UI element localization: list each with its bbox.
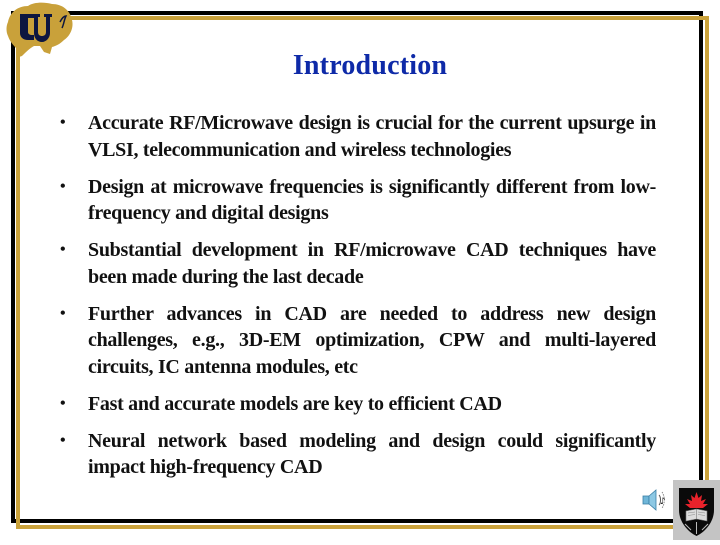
frame-line-top-gold <box>16 16 709 20</box>
university-crest-logo <box>673 480 720 540</box>
bullet-dot: • <box>60 431 66 449</box>
bullet-dot: • <box>60 114 66 131</box>
bullet-item: • Neural network based modeling and desi… <box>60 428 656 481</box>
bullet-dot: • <box>60 177 66 195</box>
bullet-item: • Accurate RF/Microwave design is crucia… <box>60 110 656 163</box>
bullet-list: • Accurate RF/Microwave design is crucia… <box>60 110 656 491</box>
frame-line-bottom-black <box>11 519 703 523</box>
bullet-text: Fast and accurate models are key to effi… <box>88 392 502 415</box>
slide-title: Introduction <box>292 50 448 81</box>
bullet-text: Accurate RF/Microwave design is crucial … <box>88 112 656 161</box>
svg-text:♪: ♪ <box>660 497 666 507</box>
frame-line-left-black <box>11 11 15 523</box>
bullet-item: • Further advances in CAD are needed to … <box>60 301 656 381</box>
bullet-text: Design at microwave frequencies is signi… <box>88 175 656 225</box>
bullet-item: • Design at microwave frequencies is sig… <box>60 174 656 227</box>
bullet-text: Substantial development in RF/microwave … <box>88 239 656 288</box>
frame-line-top-black <box>11 11 703 15</box>
bullet-dot: • <box>60 241 66 258</box>
bullet-text: Further advances in CAD are needed to ad… <box>88 302 656 378</box>
frame-line-right-gold <box>705 16 709 529</box>
frame-line-bottom-gold <box>16 525 709 529</box>
bullet-text: Neural network based modeling and design… <box>88 429 656 479</box>
crest-shield-icon <box>679 488 714 536</box>
speaker-icon[interactable]: ♪ <box>640 487 668 513</box>
frame-line-right-black <box>699 11 703 523</box>
bullet-item: • Substantial development in RF/microwav… <box>60 237 656 290</box>
bullet-dot: • <box>60 304 66 322</box>
bullet-dot: • <box>60 394 66 412</box>
bullet-item: • Fast and accurate models are key to ef… <box>60 391 656 418</box>
frame-line-left-gold <box>16 16 20 529</box>
